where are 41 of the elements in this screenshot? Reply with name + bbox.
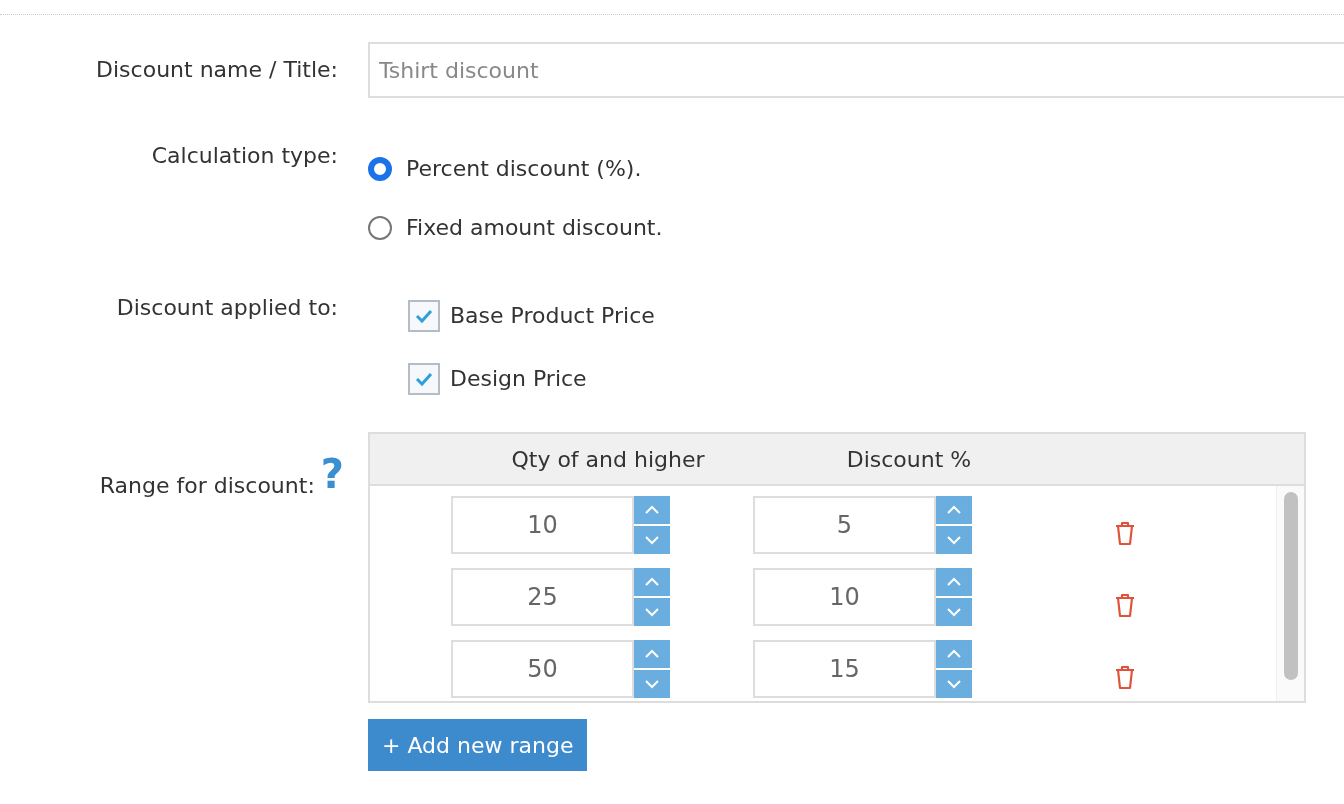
number-field[interactable]: 10 [753,568,936,626]
radio-label: Fixed amount discount. [406,214,663,242]
decrement-button[interactable] [936,670,972,698]
column-header: Discount % [846,445,972,474]
field-label: Calculation type: [151,142,338,170]
radio-button[interactable] [368,216,392,240]
add-range-button[interactable]: + Add new range [368,719,588,771]
trash-icon[interactable] [1114,520,1136,546]
column-header: Qty of and higher [511,445,705,474]
field-label: Discount name / Title: [96,56,338,84]
checkbox[interactable] [408,300,440,332]
increment-button[interactable] [634,568,670,596]
decrement-button[interactable] [936,598,972,626]
number-field[interactable]: 5 [753,496,936,554]
decrement-button[interactable] [634,670,670,698]
increment-button[interactable] [936,568,972,596]
increment-button[interactable] [634,496,670,524]
checkmark-icon [414,371,434,387]
checkmark-icon [414,308,434,324]
number-field[interactable]: 10 [451,496,634,554]
trash-icon[interactable] [1114,664,1136,690]
help-icon[interactable]: ? [320,454,344,494]
radio-button[interactable] [368,157,392,181]
number-field[interactable]: 50 [451,640,634,698]
checkbox-label: Base Product Price [450,302,655,330]
trash-icon[interactable] [1114,592,1136,618]
checkbox[interactable] [408,363,440,395]
field-label: Range for discount: [99,472,315,500]
radio-label: Percent discount (%). [406,155,642,183]
scrollbar-thumb[interactable] [1283,492,1298,680]
increment-button[interactable] [936,496,972,524]
decrement-button[interactable] [936,526,972,554]
discount-name-field[interactable]: Tshirt discount [368,42,1344,98]
number-field[interactable]: 25 [451,568,634,626]
checkbox-label: Design Price [450,365,587,393]
number-field[interactable]: 15 [753,640,936,698]
decrement-button[interactable] [634,526,670,554]
increment-button[interactable] [634,640,670,668]
field-label: Discount applied to: [116,294,338,322]
decrement-button[interactable] [634,598,670,626]
increment-button[interactable] [936,640,972,668]
